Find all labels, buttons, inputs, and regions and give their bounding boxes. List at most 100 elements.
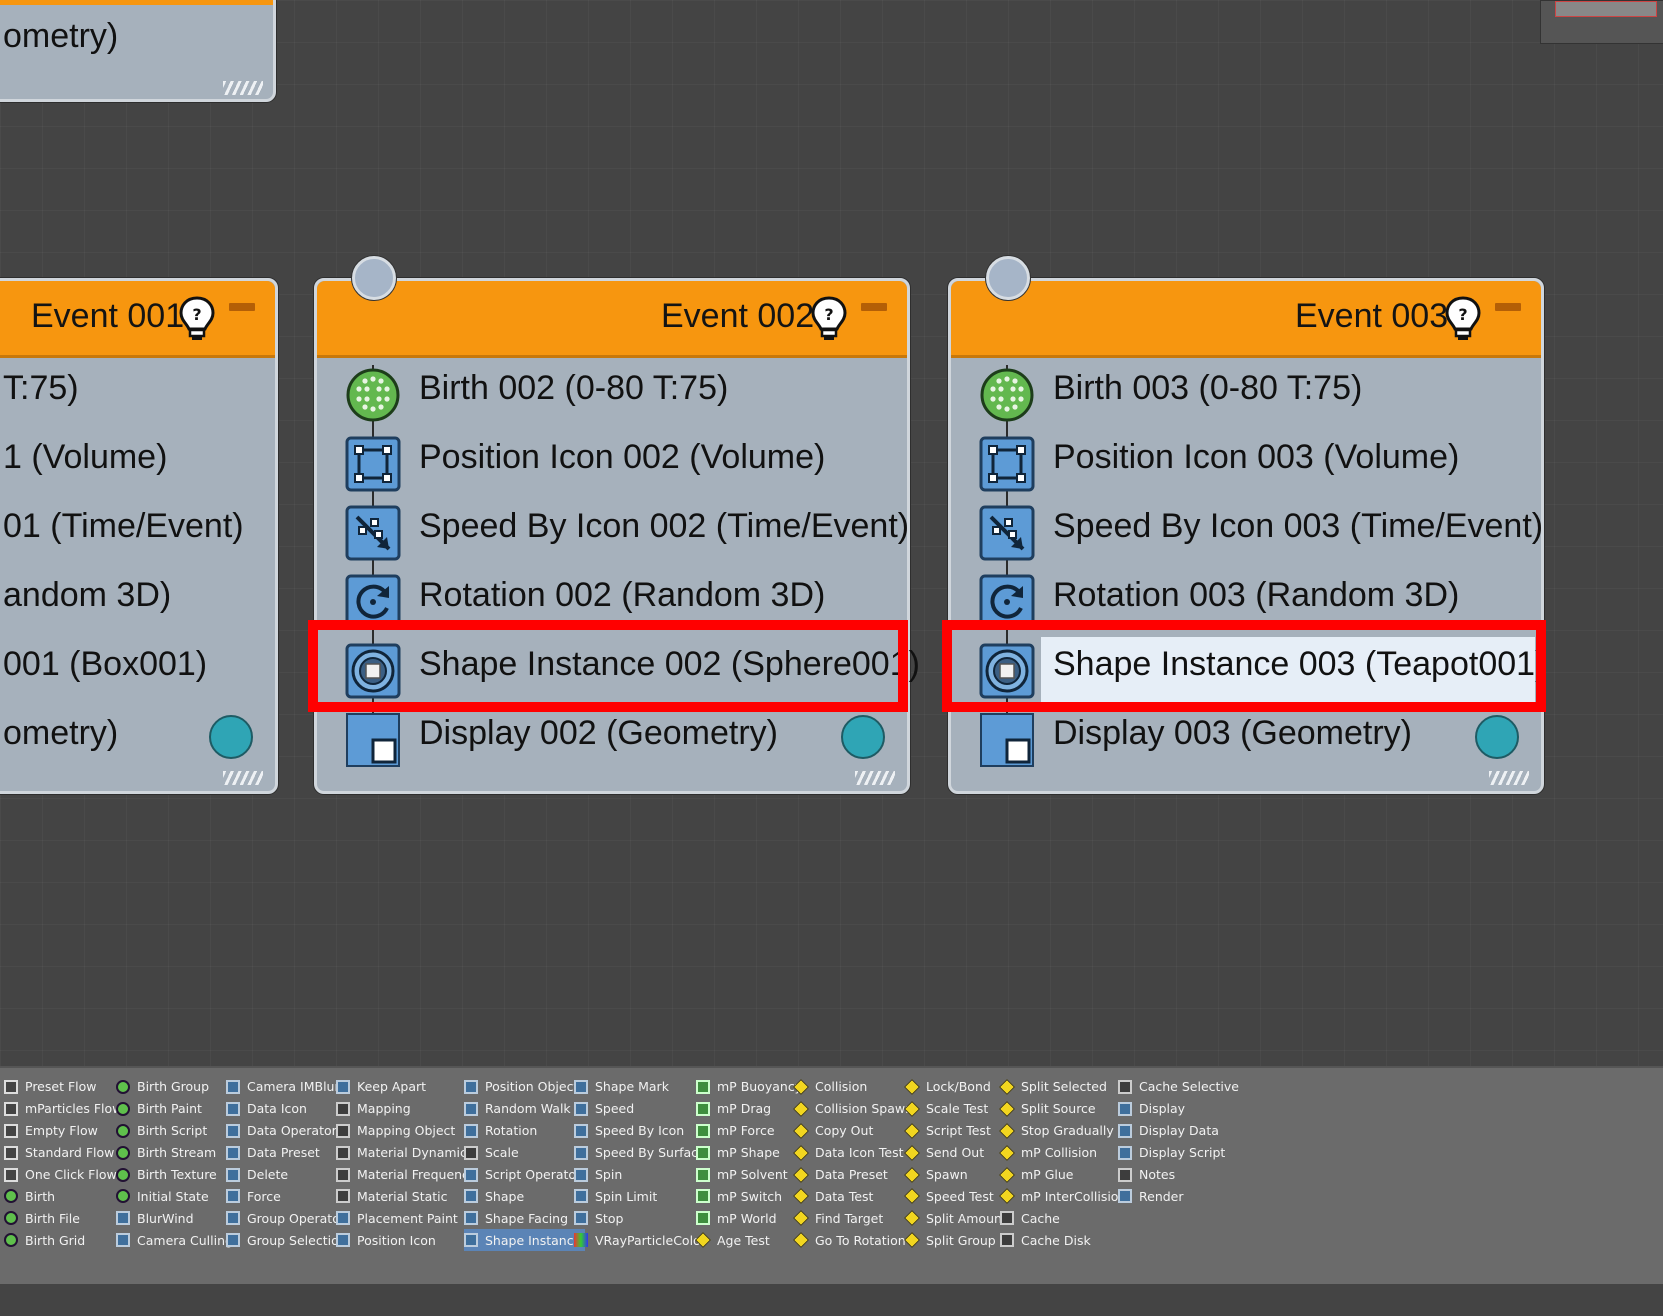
depot-item[interactable]: Send Out xyxy=(904,1142,1011,1164)
depot-item[interactable]: Shape Facing xyxy=(464,1207,585,1229)
operator-row-shape-instance[interactable]: 001 (Box001) xyxy=(0,637,269,705)
depot-item[interactable]: Cache Selective xyxy=(1118,1076,1243,1098)
input-socket[interactable] xyxy=(352,256,396,300)
operator-row-speed[interactable]: Speed By Icon 003 (Time/Event) xyxy=(951,499,1543,567)
depot-item[interactable]: Age Test xyxy=(695,1229,806,1251)
depot-item[interactable]: Notes xyxy=(1118,1164,1243,1186)
depot-item[interactable]: Group Selection xyxy=(226,1229,351,1251)
output-socket[interactable] xyxy=(209,715,253,759)
depot-item[interactable]: VRayParticleColor xyxy=(574,1229,710,1251)
depot-item[interactable]: Data Test xyxy=(793,1185,917,1207)
operator-row-position[interactable]: Position Icon 003 (Volume) xyxy=(951,430,1535,498)
operator-row-display[interactable]: Display 002 (Geometry) xyxy=(317,706,901,774)
depot-item[interactable]: Display xyxy=(1118,1098,1243,1120)
depot-item[interactable]: Birth Script xyxy=(116,1120,237,1142)
depot-item[interactable]: Material Frequency xyxy=(336,1164,480,1186)
depot-item[interactable]: Placement Paint xyxy=(336,1207,480,1229)
depot-item[interactable]: Script Operator xyxy=(464,1164,585,1186)
depot-item[interactable]: mP Buoyancy xyxy=(696,1076,806,1098)
depot-item[interactable]: Speed By Icon xyxy=(574,1120,710,1142)
depot-item[interactable]: Mapping xyxy=(336,1098,480,1120)
depot-item[interactable]: Shape Instance xyxy=(464,1229,586,1252)
depot-item[interactable]: Standard Flow xyxy=(4,1142,126,1164)
depot-item[interactable]: Split Amount xyxy=(904,1207,1011,1229)
event-001-node[interactable]: Event 001? T:75) 1 (Volume) 01 (Time/Event)… xyxy=(0,278,278,794)
depot-item[interactable]: Initial State xyxy=(116,1185,237,1207)
depot-item[interactable]: Split Source xyxy=(999,1098,1130,1120)
depot-item[interactable]: Position Object xyxy=(464,1076,585,1098)
depot-item[interactable]: Data Icon xyxy=(226,1098,351,1120)
depot-item[interactable]: mP Force xyxy=(696,1120,806,1142)
operator-row-speed[interactable]: Speed By Icon 002 (Time/Event) xyxy=(317,499,909,567)
depot-item[interactable]: Speed By Surface xyxy=(574,1142,710,1164)
depot-item[interactable]: mP Shape xyxy=(696,1142,806,1164)
depot-item[interactable]: Camera IMBlur xyxy=(226,1076,351,1098)
depot-item[interactable]: Position Icon xyxy=(336,1229,480,1251)
depot-item[interactable]: Random Walk xyxy=(464,1098,585,1120)
depot-item[interactable]: Stop xyxy=(574,1207,710,1229)
depot-item[interactable]: One Click Flow xyxy=(4,1164,126,1186)
resize-grip[interactable] xyxy=(223,81,263,95)
depot-item[interactable]: Spawn xyxy=(904,1164,1011,1186)
depot-item[interactable]: Spin xyxy=(574,1164,710,1186)
depot-item[interactable]: Go To Rotation xyxy=(793,1229,917,1251)
depot-item[interactable]: Speed xyxy=(574,1098,710,1120)
depot-item[interactable]: Display Data xyxy=(1118,1120,1243,1142)
resize-grip[interactable] xyxy=(855,771,895,785)
operator-row-display[interactable]: Display 003 (Geometry) xyxy=(951,706,1535,774)
depot-item[interactable]: Birth Group xyxy=(116,1076,237,1098)
depot-item[interactable]: Data Operator xyxy=(226,1120,351,1142)
depot-item[interactable]: mP Drag xyxy=(696,1098,806,1120)
depot-item[interactable]: Data Preset xyxy=(793,1164,917,1186)
depot-item[interactable]: Keep Apart xyxy=(336,1076,480,1098)
event-003-node[interactable]: Event 003? Birth 003 (0-80 T:75) Position … xyxy=(948,278,1546,794)
depot-item[interactable]: Material Dynamic xyxy=(336,1142,480,1164)
depot-item[interactable]: Scale xyxy=(464,1142,585,1164)
input-socket[interactable] xyxy=(986,256,1030,300)
event-002-node[interactable]: Event 002? Birth 002 (0-80 T:75) Position … xyxy=(314,278,920,794)
depot-item[interactable]: Render xyxy=(1118,1185,1243,1207)
depot-item[interactable]: Data Preset xyxy=(226,1142,351,1164)
node-header[interactable]: Event 003? xyxy=(951,281,1541,358)
depot-item[interactable]: Script Test xyxy=(904,1120,1011,1142)
depot-item[interactable]: Data Icon Test xyxy=(793,1142,917,1164)
operator-row-birth[interactable]: Birth 002 (0-80 T:75) xyxy=(317,361,901,429)
depot-item[interactable]: Birth Stream xyxy=(116,1142,237,1164)
depot-item[interactable]: Copy Out xyxy=(793,1120,917,1142)
minimize-icon[interactable] xyxy=(1495,303,1521,311)
operator-row-position[interactable]: Position Icon 002 (Volume) xyxy=(317,430,901,498)
depot-item[interactable]: Lock/Bond xyxy=(904,1076,1011,1098)
depot-item[interactable]: Preset Flow xyxy=(4,1076,126,1098)
lightbulb-icon[interactable]: ? xyxy=(809,295,849,343)
operator-row-position[interactable]: 1 (Volume) xyxy=(0,430,269,498)
lightbulb-icon[interactable]: ? xyxy=(177,295,217,343)
depot-item[interactable]: Display Script xyxy=(1118,1142,1243,1164)
depot-item[interactable]: mParticles Flow xyxy=(4,1098,126,1120)
partial-node-top[interactable]: ometry) xyxy=(0,0,276,102)
depot-item[interactable]: Rotation xyxy=(464,1120,585,1142)
navigator-viewport[interactable] xyxy=(1555,1,1657,17)
operator-row-birth[interactable]: T:75) xyxy=(0,361,269,429)
depot-item[interactable]: Speed Test xyxy=(904,1185,1011,1207)
output-socket[interactable] xyxy=(1475,715,1519,759)
depot-item[interactable]: Mapping Object xyxy=(336,1120,480,1142)
depot-item[interactable]: Split Group xyxy=(904,1229,1011,1251)
depot-item[interactable]: mP InterCollision xyxy=(999,1185,1130,1207)
node-header[interactable]: Event 001? xyxy=(0,281,275,358)
lightbulb-icon[interactable]: ? xyxy=(1443,295,1483,343)
depot-item[interactable]: mP Glue xyxy=(999,1164,1130,1186)
minimize-icon[interactable] xyxy=(229,303,255,311)
depot-item[interactable]: Material Static xyxy=(336,1185,480,1207)
operator-row-birth[interactable]: Birth 003 (0-80 T:75) xyxy=(951,361,1535,429)
depot-item[interactable]: Birth Grid xyxy=(4,1229,126,1251)
depot-item[interactable]: Birth Paint xyxy=(116,1098,237,1120)
depot-item[interactable]: mP Collision xyxy=(999,1142,1130,1164)
depot-item[interactable]: Birth xyxy=(4,1185,126,1207)
operator-row-rotation[interactable]: andom 3D) xyxy=(0,568,269,636)
operator-row-speed[interactable]: 01 (Time/Event) xyxy=(0,499,269,567)
depot-item[interactable]: Collision xyxy=(793,1076,917,1098)
depot-item[interactable]: mP World xyxy=(696,1207,806,1229)
depot-item[interactable]: Cache xyxy=(1000,1207,1130,1229)
depot-item[interactable]: BlurWind xyxy=(116,1207,237,1229)
resize-grip[interactable] xyxy=(1489,771,1529,785)
